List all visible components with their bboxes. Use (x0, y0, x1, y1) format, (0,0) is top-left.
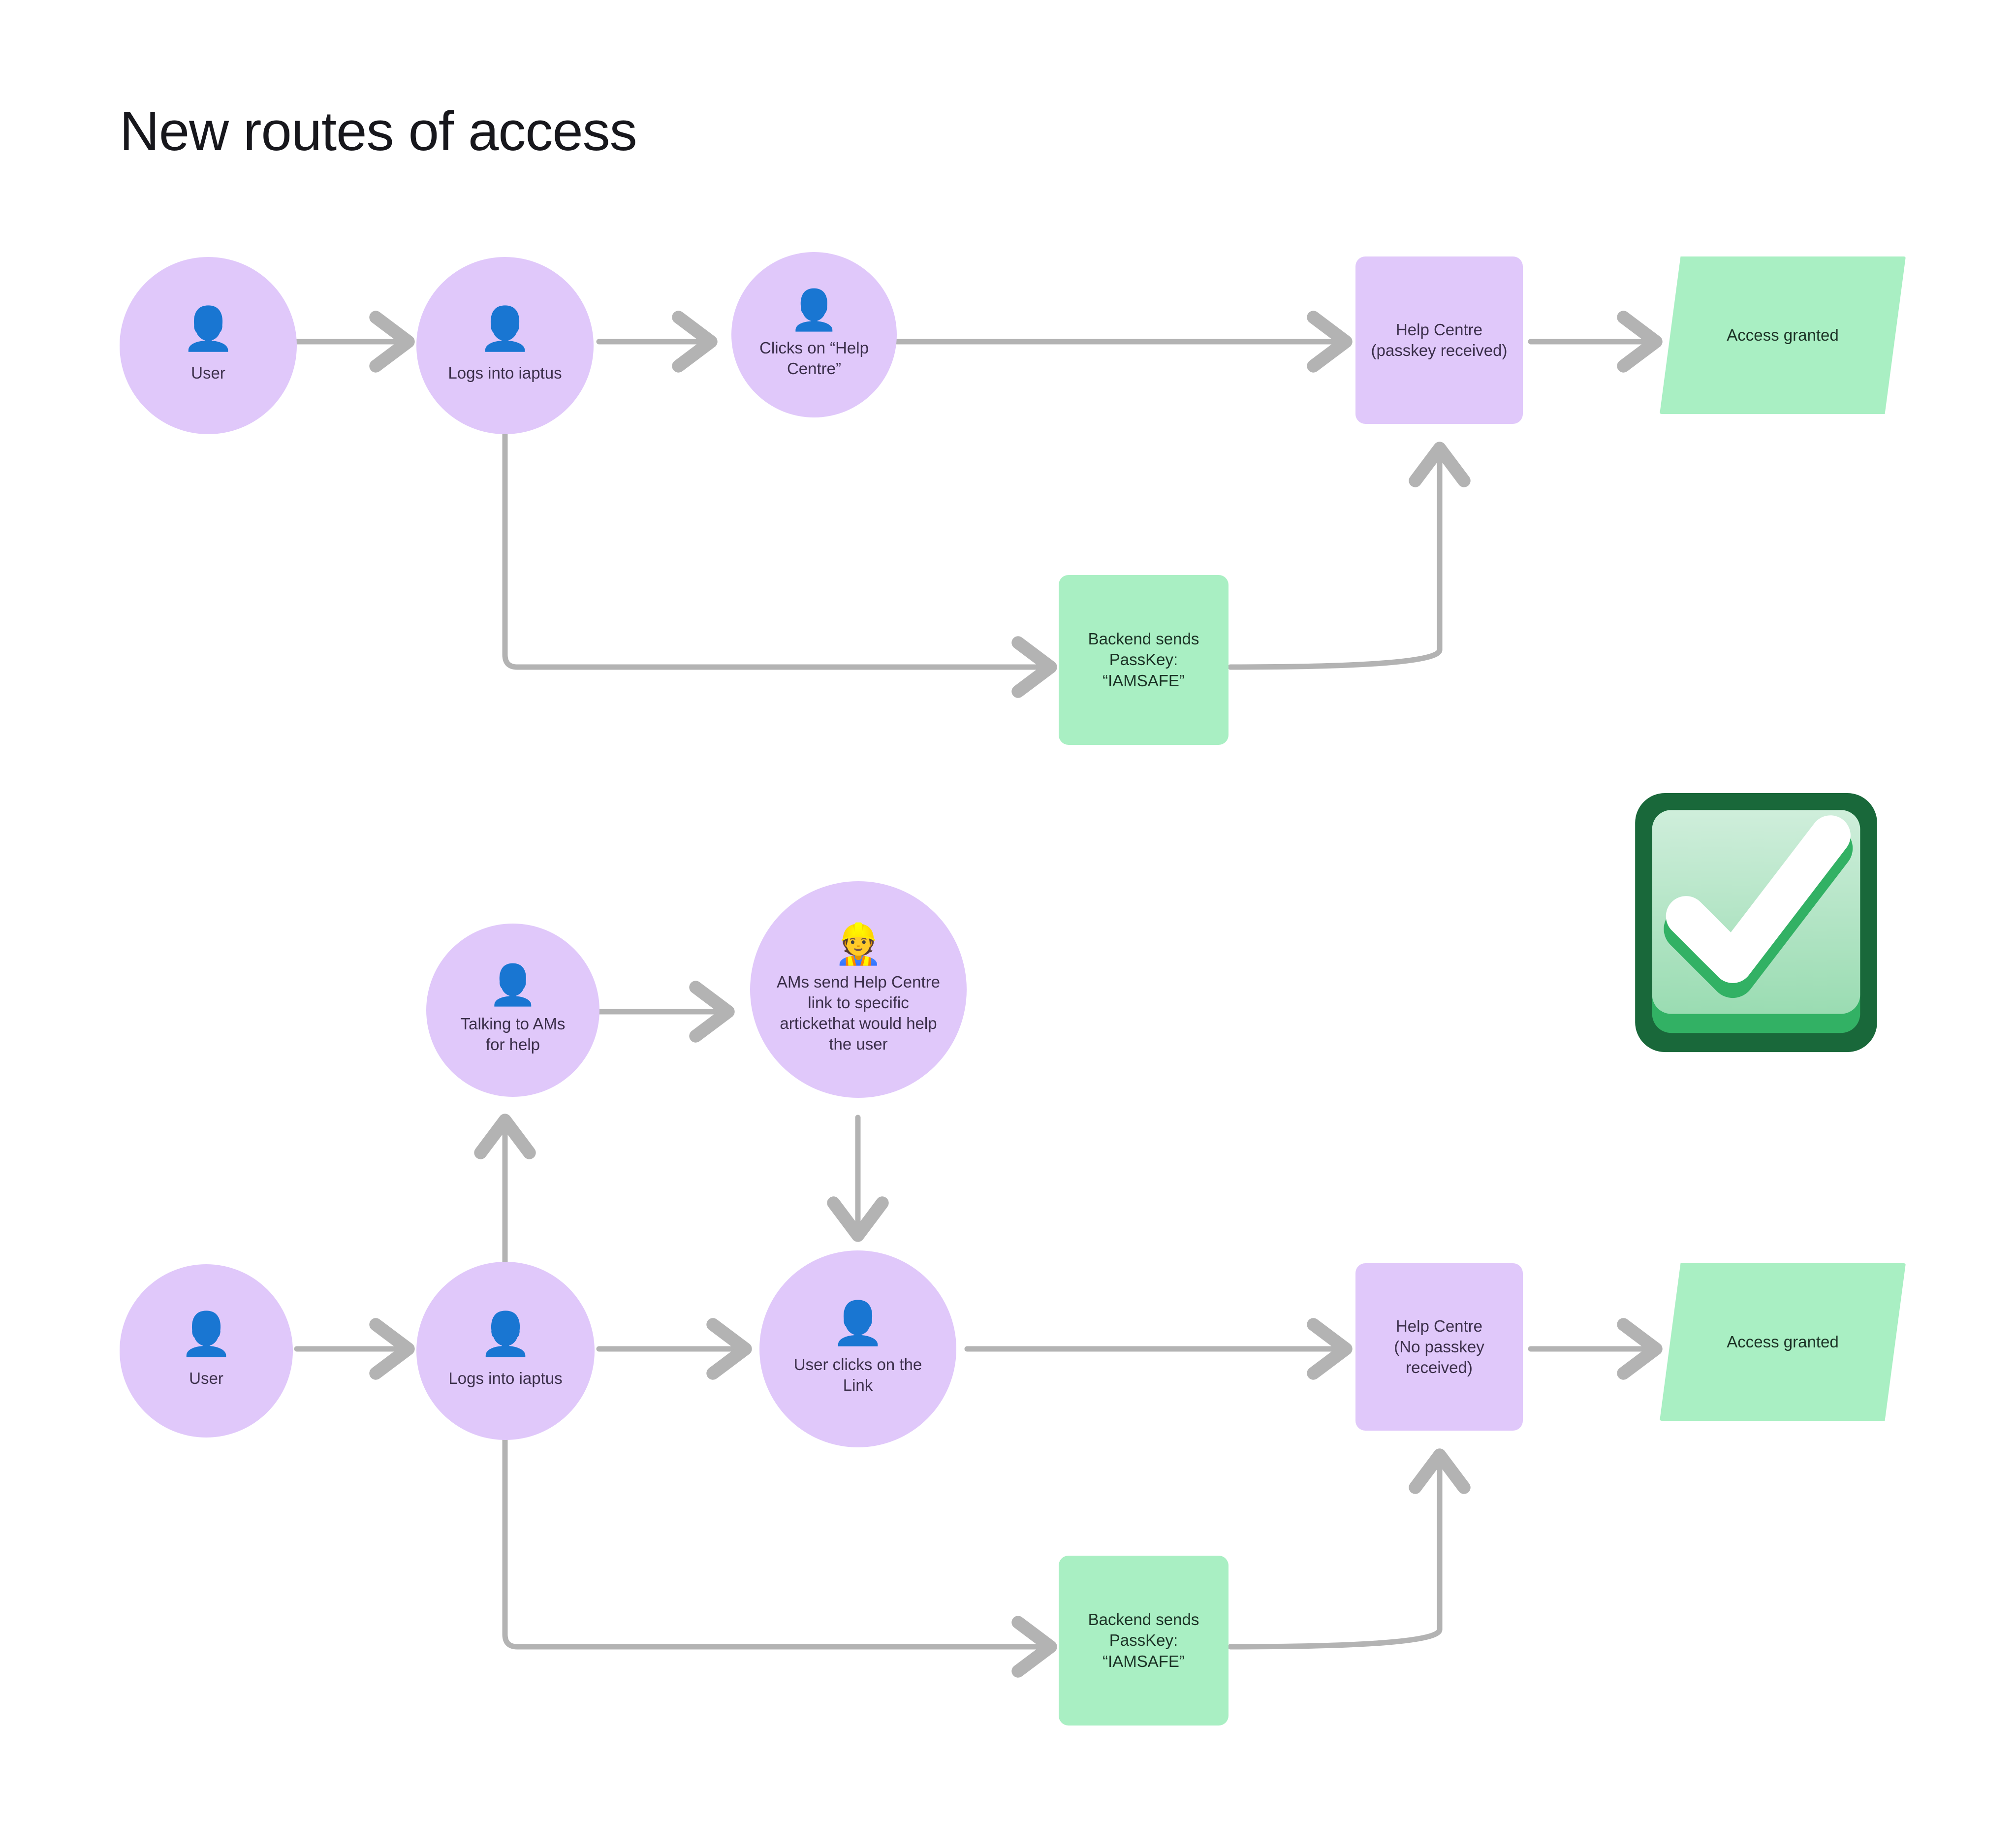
node-label: Help Centre (passkey received) (1371, 320, 1508, 359)
node-logs-into-iaptus-2[interactable]: 👤 Logs into iaptus (416, 1262, 595, 1440)
node-backend-sends-passkey-1[interactable]: Backend sends PassKey: “IAMSAFE” (1059, 575, 1228, 745)
node-label: Backend sends PassKey: “IAMSAFE” (1088, 1610, 1199, 1670)
node-label: Backend sends PassKey: “IAMSAFE” (1088, 630, 1199, 690)
node-access-granted-1[interactable]: Access granted (1660, 256, 1906, 414)
node-label: Clicks on “Help Centre” (759, 338, 869, 378)
node-backend-sends-passkey-2[interactable]: Backend sends PassKey: “IAMSAFE” (1059, 1556, 1228, 1726)
edge-backend1-to-helpcentre1 (1228, 442, 1471, 670)
node-logs-into-iaptus-1[interactable]: 👤 Logs into iaptus (416, 257, 594, 434)
node-user-clicks-on-the-link[interactable]: 👤 User clicks on the Link (759, 1250, 956, 1447)
person-icon: 👤 (789, 288, 839, 332)
node-help-centre-passkey-received[interactable]: Help Centre (passkey received) (1355, 256, 1523, 424)
node-help-centre-no-passkey-received[interactable]: Help Centre (No passkey received) (1355, 1263, 1523, 1431)
node-label: Logs into iaptus (448, 1369, 563, 1387)
node-ams-send-help-centre-link[interactable]: 👷 AMs send Help Centre link to specific … (750, 881, 967, 1098)
check-mark-box-icon (1628, 787, 1884, 1058)
diagram-canvas: New routes of access 👤 User 👤 Logs into … (0, 0, 2016, 1822)
node-label: Help Centre (No passkey received) (1394, 1316, 1484, 1377)
node-label: Logs into iaptus (448, 363, 562, 382)
node-label: Talking to AMs for help (460, 1014, 566, 1054)
node-label: Access granted (1727, 1332, 1839, 1351)
edge-backend2-to-helpcentre2 (1228, 1448, 1471, 1650)
node-label: Access granted (1727, 325, 1839, 344)
edge-login2-to-backend2 (502, 1437, 1057, 1678)
person-icon: 👤 (831, 1299, 884, 1347)
node-label: User (189, 1369, 223, 1387)
node-label: AMs send Help Centre link to specific ar… (777, 972, 940, 1054)
person-icon: 👤 (488, 962, 537, 1007)
person-icon: 👤 (479, 1310, 532, 1358)
construction-worker-icon: 👷 (834, 922, 883, 966)
person-icon: 👤 (182, 305, 235, 352)
node-access-granted-2[interactable]: Access granted (1660, 1263, 1906, 1421)
edge-login1-to-backend1 (502, 430, 1057, 698)
person-icon: 👤 (180, 1310, 233, 1358)
node-user-2[interactable]: 👤 User (120, 1264, 293, 1438)
node-label: User (191, 363, 225, 382)
node-talking-to-ams-for-help[interactable]: 👤 Talking to AMs for help (426, 924, 599, 1097)
node-label: User clicks on the Link (793, 1355, 922, 1394)
node-user-1[interactable]: 👤 User (120, 257, 297, 434)
person-icon: 👤 (478, 305, 532, 352)
node-clicks-on-help-centre[interactable]: 👤 Clicks on “Help Centre” (731, 252, 897, 417)
page-title: New routes of access (120, 100, 637, 162)
